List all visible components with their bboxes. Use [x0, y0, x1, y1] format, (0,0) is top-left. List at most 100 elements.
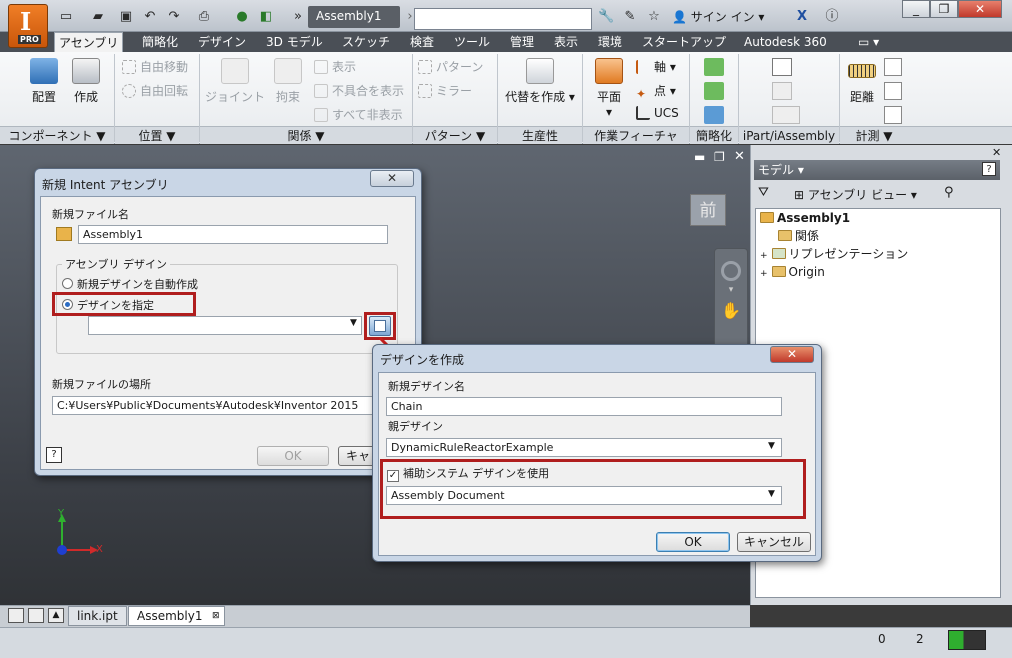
create-iassembly-icon[interactable] — [772, 82, 792, 100]
panel-measure-label[interactable]: 計測 ▼ — [840, 126, 908, 144]
tab-simplify[interactable]: 簡略化 — [138, 32, 182, 52]
filter-icon[interactable]: ⛛ — [758, 185, 769, 200]
assembly-view-selector[interactable]: ⊞ アセンブリ ビュー ▾ — [794, 186, 917, 203]
cascade-windows-icon[interactable] — [28, 608, 44, 623]
auto-create-radio[interactable]: 新規デザインを自動作成 — [62, 276, 198, 292]
browser-close-icon[interactable]: ✕ — [992, 146, 1001, 159]
tab-sketch[interactable]: スケッチ — [338, 32, 394, 52]
help-icon[interactable]: ? — [46, 447, 62, 463]
measure-angle-icon[interactable] — [884, 58, 902, 76]
browser-help-icon[interactable]: ? — [982, 162, 996, 176]
create-design-button[interactable] — [369, 316, 391, 336]
tab-design[interactable]: デザイン — [194, 32, 250, 52]
panel-pattern-label[interactable]: パターン ▼ — [413, 126, 497, 144]
free-rotate-button[interactable]: 自由回転 — [122, 82, 188, 99]
create-ipart-icon[interactable] — [772, 58, 792, 76]
tab-3d-model[interactable]: 3D モデル — [262, 32, 327, 52]
helper-design-select[interactable]: Assembly Document — [386, 486, 782, 505]
canvas-minimize-icon[interactable]: ▬ — [694, 150, 705, 164]
hide-all-button[interactable]: すべて非表示 — [314, 106, 403, 123]
tab-tools[interactable]: ツール — [450, 32, 494, 52]
favorites-star-icon[interactable]: ☆ — [646, 9, 662, 25]
axis-button[interactable]: 軸 ▾ — [636, 58, 676, 75]
use-helper-checkbox[interactable]: ✓ 補助システム デザインを使用 — [387, 465, 549, 482]
pattern-button[interactable]: パターン — [418, 58, 483, 75]
expand-icon[interactable]: + — [760, 269, 768, 279]
tab-list-icon[interactable]: ▲ — [48, 608, 64, 623]
update-icon[interactable]: ● — [234, 9, 250, 25]
pan-hand-icon[interactable]: ✋ — [715, 301, 747, 320]
place-button[interactable]: 配置 — [22, 58, 66, 105]
design-name-input[interactable]: Chain — [386, 397, 782, 416]
point-button[interactable]: ✦ 点 ▾ — [636, 82, 676, 101]
design-select[interactable] — [88, 316, 362, 335]
save-icon[interactable]: ▣ — [118, 9, 134, 25]
steering-wheel-icon[interactable] — [721, 261, 741, 281]
doc-tab-link-ipt[interactable]: link.ipt — [68, 606, 127, 626]
include-components-icon[interactable] — [704, 106, 724, 124]
search-icon[interactable]: 🔧 — [598, 9, 614, 25]
plane-button[interactable]: 平面 ▾ — [590, 58, 628, 119]
simplify-view-icon[interactable] — [704, 82, 724, 100]
ipart-edit-icon[interactable] — [772, 106, 800, 124]
close-button[interactable]: ✕ — [958, 0, 1002, 18]
steering-wheel-dropdown-icon[interactable]: ▾ — [715, 285, 747, 295]
undo-icon[interactable]: ↶ — [142, 9, 158, 25]
open-file-icon[interactable]: ▰ — [90, 9, 106, 25]
tab-get-started[interactable]: スタートアップ — [638, 32, 730, 52]
create-design-cancel-button[interactable]: キャンセル — [737, 532, 811, 552]
signin-button[interactable]: 👤 サイン イン ▾ — [672, 8, 764, 26]
tab-manage[interactable]: 管理 — [506, 32, 538, 52]
mirror-button[interactable]: ミラー — [418, 82, 472, 99]
restore-button[interactable]: ❐ — [930, 0, 958, 18]
browser-title[interactable]: モデル ▾ ? — [754, 160, 1000, 180]
tree-item-origin[interactable]: + Origin — [756, 263, 1000, 281]
tab-close-icon[interactable]: ⊠ — [212, 607, 220, 625]
file-name-input[interactable]: Assembly1 — [78, 225, 388, 244]
shrinkwrap-icon[interactable] — [704, 58, 724, 76]
exchange-apps-icon[interactable]: X — [794, 9, 810, 25]
canvas-close-icon[interactable]: ✕ — [734, 149, 745, 164]
tree-item-representations[interactable]: + リプレゼンテーション — [756, 245, 1000, 263]
tree-item-assembly[interactable]: Assembly1 — [756, 209, 1000, 227]
tile-windows-icon[interactable] — [8, 608, 24, 623]
tab-environments[interactable]: 環境 — [594, 32, 626, 52]
ucs-button[interactable]: UCS — [636, 106, 679, 120]
navigation-bar[interactable]: ▾ ✋ — [714, 248, 748, 358]
qat-more-icon[interactable]: » — [290, 9, 306, 25]
show-sick-button[interactable]: 不具合を表示 — [314, 82, 404, 99]
expand-icon[interactable]: + — [760, 251, 768, 261]
constrain-button[interactable]: 拘束 — [270, 58, 306, 105]
print-icon[interactable]: ⎙ — [196, 9, 212, 25]
canvas-restore-icon[interactable]: ❐ — [714, 150, 725, 164]
joint-button[interactable]: ジョイント — [204, 58, 266, 105]
intent-ok-button[interactable]: OK — [257, 446, 329, 466]
create-design-close-button[interactable]: ✕ — [770, 346, 814, 363]
redo-icon[interactable]: ↷ — [166, 9, 182, 25]
intent-dialog-close-button[interactable]: ✕ — [370, 170, 414, 187]
measure-loop-icon[interactable] — [884, 82, 902, 100]
minimize-button[interactable]: _ — [902, 0, 930, 18]
help-icon[interactable]: ⓘ — [824, 9, 840, 25]
ribbon-options-icon[interactable]: ▭ ▾ — [854, 32, 883, 52]
panel-component-label[interactable]: コンポーネント ▼ — [0, 126, 114, 144]
create-design-ok-button[interactable]: OK — [656, 532, 730, 552]
substitute-button[interactable]: 代替を作成 ▾ — [504, 58, 576, 105]
panel-position-label[interactable]: 位置 ▼ — [115, 126, 199, 144]
tab-view[interactable]: 表示 — [550, 32, 582, 52]
tab-inspect[interactable]: 検査 — [406, 32, 438, 52]
doc-tab-assembly1[interactable]: Assembly1 ⊠ — [128, 606, 226, 626]
communication-icon[interactable]: ✎ — [622, 9, 638, 25]
specify-design-radio[interactable]: デザインを指定 — [62, 297, 154, 313]
measure-area-icon[interactable] — [884, 106, 902, 124]
free-move-button[interactable]: 自由移動 — [122, 58, 188, 75]
create-button[interactable]: 作成 — [66, 58, 106, 105]
app-menu-button[interactable]: I PRO — [8, 4, 48, 48]
tab-assembly[interactable]: アセンブリ — [54, 32, 124, 52]
parent-design-select[interactable]: DynamicRuleReactorExample — [386, 438, 782, 457]
find-binoculars-icon[interactable]: ⚲ — [944, 185, 954, 200]
new-file-icon[interactable]: ▭ — [58, 9, 74, 25]
tab-autodesk-360[interactable]: Autodesk 360 — [740, 32, 831, 52]
select-icon[interactable]: ◧ — [258, 9, 274, 25]
location-input[interactable]: C:¥Users¥Public¥Documents¥Autodesk¥Inven… — [52, 396, 374, 415]
